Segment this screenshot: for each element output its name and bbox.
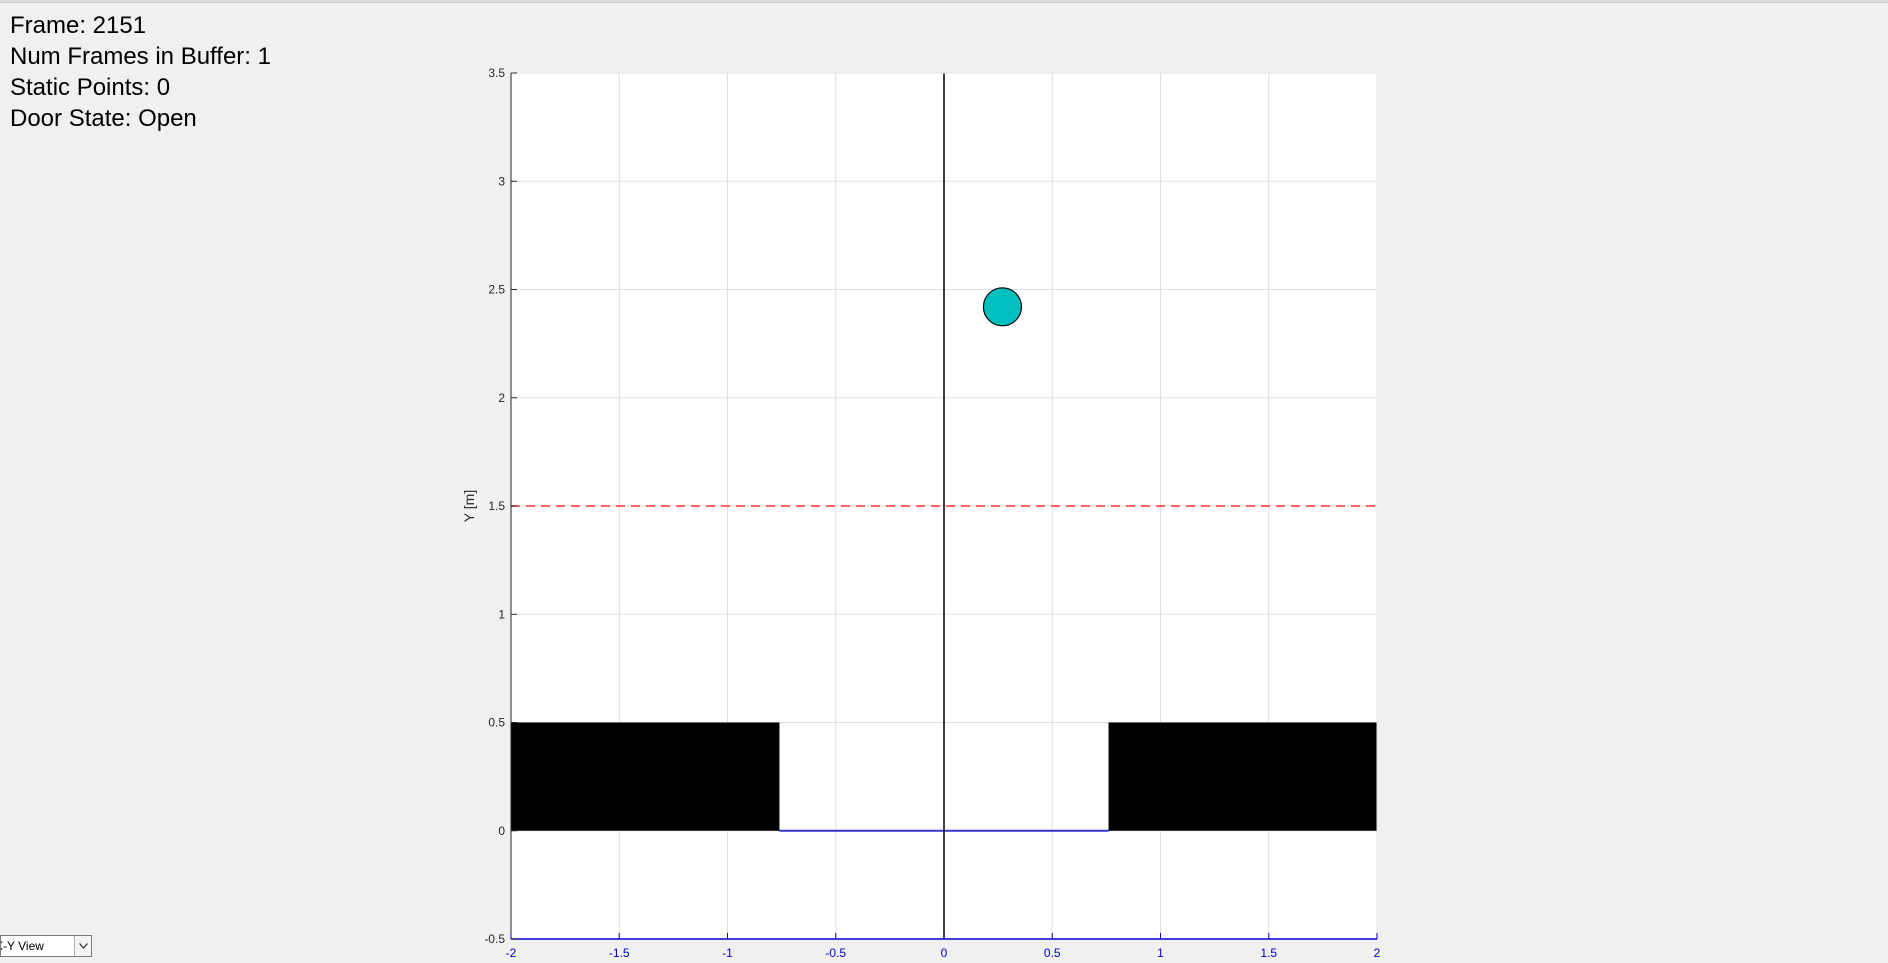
x-tick-label: 0.5 — [1044, 946, 1061, 960]
y-tick-label: 0 — [498, 824, 505, 838]
y-tick-label: -0.5 — [484, 932, 505, 946]
tracked-target-point[interactable] — [982, 287, 1023, 327]
y-tick-label: 3 — [498, 174, 505, 188]
right-wall — [1108, 722, 1377, 831]
x-tick-label: -0.5 — [825, 946, 846, 960]
x-tick-label: 0 — [941, 946, 948, 960]
y-tick-label: 2 — [498, 391, 505, 405]
xy-plot[interactable]: -0.5 0 0.5 1 1.5 2 2.5 3 3.5 -2 -1.5 -1 -0.5 0 0.5 1 1.5… — [0, 0, 1888, 963]
x-tick-label: 1 — [1157, 946, 1164, 960]
left-wall — [511, 722, 780, 831]
chevron-down-icon[interactable] — [74, 936, 91, 956]
y-tick-label: 0.5 — [488, 716, 505, 730]
view-dropdown[interactable]: X-Y View — [0, 935, 92, 957]
y-tick-label: 1 — [498, 607, 505, 621]
x-tick-label: -1 — [722, 946, 733, 960]
x-tick-label: -1.5 — [609, 946, 630, 960]
y-tick-label: 2.5 — [488, 283, 505, 297]
y-tick-label: 3.5 — [488, 66, 505, 80]
x-tick-label: 2 — [1374, 946, 1381, 960]
x-tick-label: -2 — [506, 946, 517, 960]
y-axis-label: Y [m] — [461, 490, 477, 522]
y-tick-label: 1.5 — [488, 499, 505, 513]
chevron-down-glyph — [78, 943, 88, 949]
x-tick-label: 1.5 — [1260, 946, 1277, 960]
view-dropdown-value: X-Y View — [1, 939, 44, 953]
